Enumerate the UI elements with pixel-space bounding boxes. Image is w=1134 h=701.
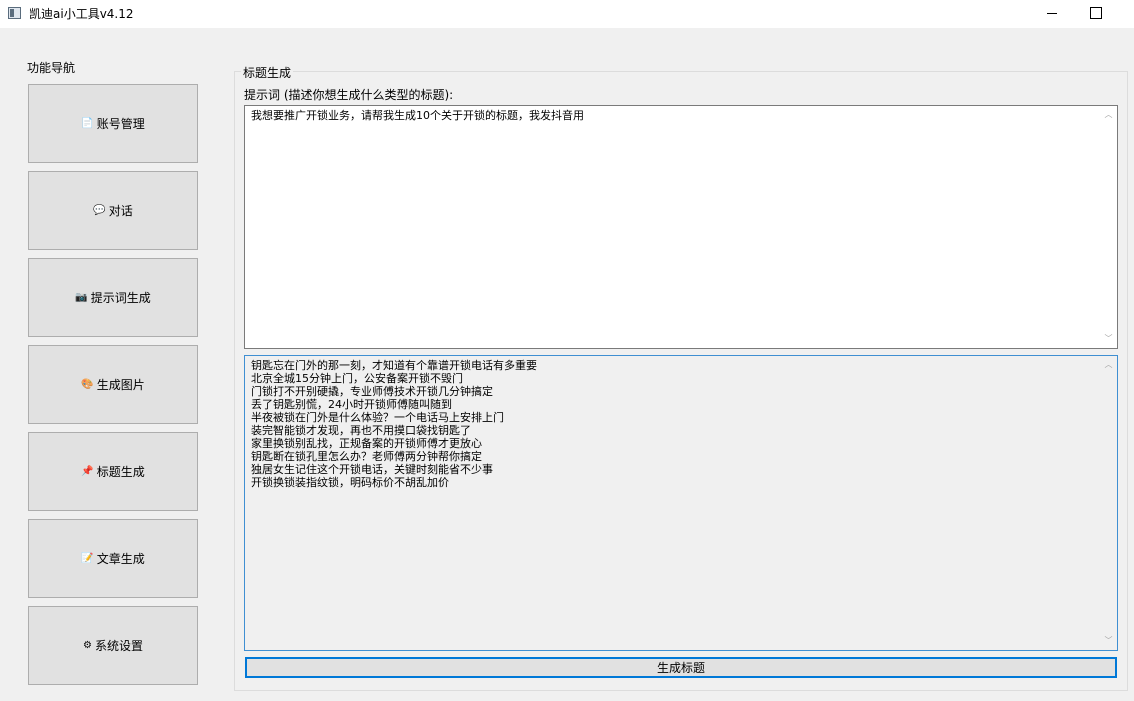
nav-label: 对话 [108,204,133,218]
pin-icon: 📌 [81,466,94,477]
output-line: 半夜被锁在门外是什么体验？一个电话马上安排上门 [251,411,504,424]
nav-label: 生成图片 [96,378,145,392]
nav-system-settings-button[interactable]: ⚙ 系统设置 [28,606,198,685]
generate-title-button[interactable]: 生成标题 [245,657,1117,678]
output-text: 钥匙忘在门外的那一刻，才知道有个靠谱开锁电话有多重要 北京全城15分钟上门，公安备… [251,359,1097,647]
output-line: 门锁打不开别硬撬，专业师傅技术开锁几分钟搞定 [251,385,493,398]
speech-bubble-icon: 💬 [93,205,106,216]
nav-chat-button[interactable]: 💬 对话 [28,171,198,250]
output-textarea[interactable]: 钥匙忘在门外的那一刻，才知道有个靠谱开锁电话有多重要 北京全城15分钟上门，公安备… [244,355,1118,651]
app-icon [8,7,21,19]
nav-account-management-button[interactable]: 📄 账号管理 [28,84,198,163]
prompt-label: 提示词 (描述你想生成什么类型的标题): [244,88,454,102]
scroll-up-icon[interactable]: ︿ [1104,111,1113,119]
minimize-button[interactable] [1029,0,1075,28]
nav-label: 系统设置 [94,639,143,653]
output-line: 钥匙断在锁孔里怎么办？老师傅两分钟帮你搞定 [251,450,482,463]
scroll-down-icon[interactable]: ﹀ [1104,637,1113,645]
output-line: 家里换锁别乱找，正规备案的开锁师傅才更放心 [251,437,482,450]
gear-icon: ⚙ [83,640,92,651]
sidebar-title: 功能导航 [27,61,76,75]
nav-prompt-generation-button[interactable]: 📷 提示词生成 [28,258,198,337]
output-line: 装完智能锁才发现，再也不用摸口袋找钥匙了 [251,424,471,437]
nav-label: 提示词生成 [90,291,151,305]
window-title: 凯迪ai小工具v4.12 [29,7,134,21]
nav-label: 账号管理 [96,117,145,131]
prompt-input[interactable]: 我想要推广开锁业务，请帮我生成10个关于开锁的标题，我发抖音用 ︿ ﹀ [244,105,1118,349]
group-title: 标题生成 [241,64,294,81]
output-line: 丢了钥匙别慌，24小时开锁师傅随叫随到 [251,398,452,411]
palette-icon: 🎨 [81,379,94,390]
nav-label: 文章生成 [96,552,145,566]
output-line: 独居女生记住这个开锁电话，关键时刻能省不少事 [251,463,493,476]
nav-article-generation-button[interactable]: 📝 文章生成 [28,519,198,598]
camera-icon: 📷 [75,292,88,303]
nav-image-generation-button[interactable]: 🎨 生成图片 [28,345,198,424]
nav-label: 标题生成 [96,465,145,479]
title-bar: 凯迪ai小工具v4.12 [0,0,1134,28]
nav-title-generation-button[interactable]: 📌 标题生成 [28,432,198,511]
output-line: 钥匙忘在门外的那一刻，才知道有个靠谱开锁电话有多重要 [251,359,537,372]
maximize-button[interactable] [1075,0,1121,28]
scroll-down-icon[interactable]: ﹀ [1104,335,1113,343]
prompt-text: 我想要推广开锁业务，请帮我生成10个关于开锁的标题，我发抖音用 [251,109,584,122]
scroll-up-icon[interactable]: ︿ [1104,361,1113,369]
document-icon: 📄 [81,118,94,129]
memo-icon: 📝 [81,553,94,564]
output-line: 开锁换锁装指纹锁，明码标价不胡乱加价 [251,476,449,489]
output-line: 北京全城15分钟上门，公安备案开锁不毁门 [251,372,463,385]
